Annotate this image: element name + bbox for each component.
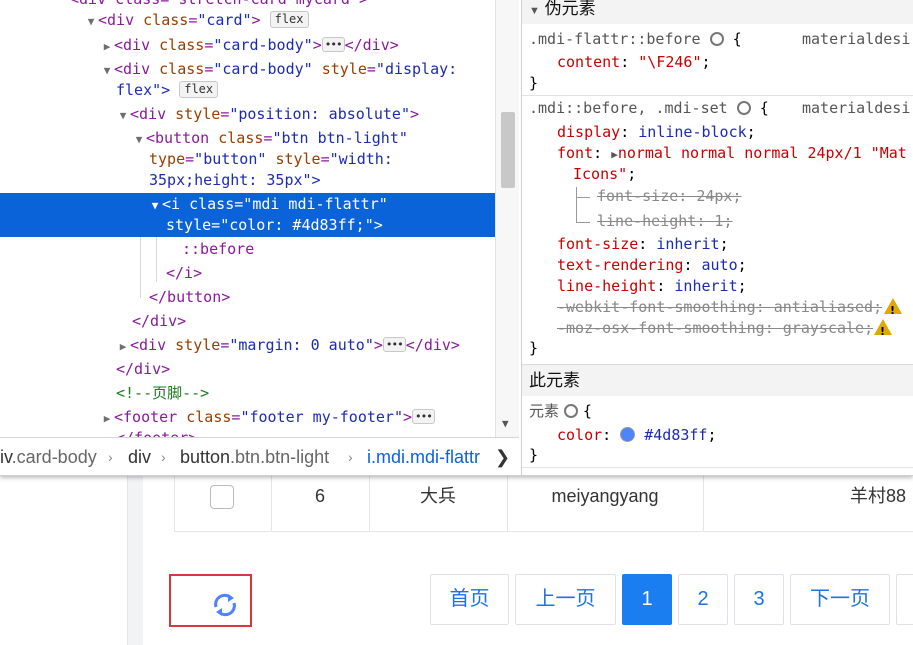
- flex-badge[interactable]: flex: [269, 11, 309, 28]
- collapse-triangle-icon[interactable]: ▼: [116, 104, 130, 127]
- dom-node-close-i[interactable]: </i>: [166, 262, 495, 285]
- dom-breadcrumb: iv.card-body › div › button.btn.btn-ligh…: [0, 437, 519, 475]
- ellipsis-badge[interactable]: •••: [321, 37, 345, 52]
- dom-node-wrap[interactable]: type="button" style="width:: [149, 148, 495, 171]
- chevron-right-icon: ›: [108, 449, 113, 465]
- dom-node-close-div[interactable]: </div>: [132, 310, 495, 333]
- refresh-icon: [214, 593, 236, 617]
- css-declaration[interactable]: text-rendering: auto;: [557, 255, 747, 276]
- dom-node-wrap[interactable]: flex"> flex: [116, 79, 495, 102]
- breadcrumb-item[interactable]: button.btn.btn-light: [180, 438, 329, 475]
- css-declaration[interactable]: content: "\F246";: [557, 52, 711, 73]
- css-declaration-invalid[interactable]: -moz-osx-font-smoothing: grayscale;: [557, 318, 873, 339]
- ellipsis-badge[interactable]: •••: [412, 409, 435, 424]
- warning-icon[interactable]: [884, 297, 902, 321]
- cell-index: 6: [314, 486, 325, 506]
- dom-node-footer[interactable]: ▶ <footer class="footer my-footer"> •••: [100, 406, 495, 429]
- css-declaration[interactable]: font-size: inherit;: [557, 234, 729, 255]
- page-next[interactable]: 下一页: [790, 574, 890, 625]
- chevron-right-icon: ›: [161, 449, 166, 465]
- page-last-partial[interactable]: [896, 574, 913, 625]
- column-divider: [703, 476, 704, 532]
- scroll-down-arrow-icon[interactable]: ▼: [502, 417, 509, 430]
- rule-source[interactable]: materialdesi: [802, 29, 910, 50]
- ellipsis-badge[interactable]: •••: [382, 337, 406, 352]
- devtools-panel: <div class="stretch-card mycard"> ▼<div …: [0, 0, 913, 476]
- cell-address: 羊村88: [850, 486, 907, 506]
- dom-node-close-footer[interactable]: </footer>: [116, 427, 495, 437]
- element-style-header: 此元素: [522, 364, 913, 396]
- cell-name: 大兵: [420, 486, 456, 506]
- dom-node-card-body[interactable]: ▶ <div class="card-body"> ••• </div>: [100, 34, 495, 57]
- scroll-right-icon[interactable]: ❯: [495, 438, 510, 475]
- css-declaration[interactable]: line-height: inherit;: [557, 276, 747, 297]
- page-1[interactable]: 1: [622, 574, 672, 625]
- expand-triangle-icon[interactable]: ▶: [116, 335, 130, 358]
- elements-scrollbar[interactable]: ▼: [495, 0, 519, 437]
- dom-node-wrap-selected[interactable]: style="color: #4d83ff;">: [0, 214, 495, 237]
- warning-icon[interactable]: [874, 318, 892, 342]
- page-sidebar: [0, 476, 128, 645]
- css-declaration-invalid[interactable]: -webkit-font-smoothing: antialiased;: [557, 297, 882, 318]
- dom-node-button[interactable]: ▼ <button class="btn btn-light": [132, 127, 495, 150]
- dom-node-card[interactable]: ▼ <div class="card"> flex: [84, 9, 495, 32]
- rule-close: }: [529, 74, 539, 92]
- rule-selector[interactable]: .mdi-flattr::before {: [529, 29, 742, 50]
- expand-triangle-icon[interactable]: ▶: [611, 144, 618, 165]
- rule-close: }: [529, 339, 539, 357]
- page-prev[interactable]: 上一页: [515, 574, 616, 625]
- rule-options-icon[interactable]: [709, 32, 724, 46]
- page-2[interactable]: 2: [678, 574, 728, 625]
- css-declaration-overridden[interactable]: line-height: 1;: [597, 211, 732, 232]
- dom-node-i-selected[interactable]: ▼ <i class="mdi mdi-flattr": [0, 193, 495, 215]
- pseudo-element-header[interactable]: ▼ 伪元素: [522, 0, 913, 24]
- elements-tree[interactable]: <div class="stretch-card mycard"> ▼<div …: [0, 0, 495, 437]
- breadcrumb-item[interactable]: div: [128, 438, 151, 475]
- collapse-triangle-icon: ▼: [529, 5, 540, 17]
- breadcrumb-item-selected[interactable]: i.mdi.mdi-flattr: [367, 438, 480, 475]
- page-first[interactable]: 首页: [430, 574, 509, 625]
- css-declaration[interactable]: color: #4d83ff;: [557, 425, 717, 446]
- rule-selector[interactable]: 元素 {: [529, 401, 592, 422]
- collapse-triangle-icon[interactable]: ▼: [132, 128, 146, 151]
- page-3[interactable]: 3: [734, 574, 784, 625]
- rule-close: }: [529, 446, 539, 464]
- css-declaration[interactable]: display: inline-block;: [557, 122, 756, 143]
- rule-source[interactable]: materialdesi: [802, 98, 910, 119]
- chevron-right-icon: ›: [348, 449, 353, 465]
- rule-selector[interactable]: .mdi::before, .mdi-set {: [529, 98, 769, 119]
- dom-node-before[interactable]: ::before: [182, 238, 495, 261]
- cell-username: meiyangyang: [551, 486, 659, 506]
- expand-triangle-icon[interactable]: ▶: [100, 407, 114, 430]
- collapse-triangle-icon[interactable]: ▼: [84, 10, 98, 33]
- dom-node-wrap[interactable]: 35px;height: 35px">: [149, 169, 495, 192]
- dom-node-comment[interactable]: <!--页脚-->: [116, 382, 495, 405]
- tag-text: <div class="stretch-card mycard">: [70, 0, 368, 8]
- css-declaration-overridden[interactable]: font-size: 24px;: [597, 186, 742, 207]
- dom-node-close-div[interactable]: </div>: [116, 358, 495, 381]
- collapse-triangle-icon[interactable]: ▼: [100, 59, 114, 82]
- rule-options-icon[interactable]: [563, 404, 578, 418]
- inherited-header-partial: [529, 467, 538, 475]
- color-swatch[interactable]: [620, 427, 636, 442]
- flex-badge[interactable]: flex: [179, 81, 219, 98]
- styles-pane: ▼ 伪元素 .mdi-flattr::before { materialdesi…: [521, 0, 913, 475]
- dom-node-abs-div[interactable]: ▼ <div style="position: absolute">: [116, 103, 495, 126]
- dom-node-close-button[interactable]: </button>: [149, 286, 495, 309]
- breadcrumb-item[interactable]: iv.card-body: [0, 438, 97, 475]
- expand-triangle-icon[interactable]: ▶: [100, 35, 114, 58]
- dom-node-card-body-flex[interactable]: ▼ <div class="card-body" style="display:: [100, 58, 495, 81]
- css-declaration-wrap: Icons";: [573, 165, 637, 183]
- scrollbar-thumb[interactable]: [501, 112, 515, 188]
- rule-options-icon[interactable]: [736, 101, 751, 115]
- dom-node-margin-div[interactable]: ▶ <div style="margin: 0 auto"> ••• </div>: [116, 334, 495, 357]
- css-declaration[interactable]: font: ▶normal normal normal 24px/1 "Mat: [557, 143, 907, 164]
- row-checkbox[interactable]: [210, 485, 234, 509]
